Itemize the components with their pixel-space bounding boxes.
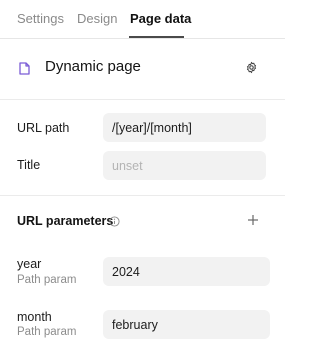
page-header: Dynamic page <box>0 39 285 100</box>
param-name: month <box>17 310 52 324</box>
plus-icon[interactable] <box>247 214 259 226</box>
tab-bar: Settings Design Page data <box>0 0 285 39</box>
tab-settings[interactable]: Settings <box>17 11 64 26</box>
month-param-input[interactable]: february <box>103 310 270 339</box>
param-name: year <box>17 257 42 271</box>
gear-icon[interactable] <box>245 61 258 74</box>
page-title: Dynamic page <box>45 58 141 75</box>
tab-page-data[interactable]: Page data <box>130 11 191 26</box>
info-icon[interactable] <box>109 216 120 227</box>
page-icon <box>19 62 30 75</box>
url-path-input[interactable]: /[year]/[month] <box>103 113 266 142</box>
year-param-input[interactable]: 2024 <box>103 257 270 286</box>
tab-design[interactable]: Design <box>77 11 117 26</box>
url-parameters-title: URL parameters <box>17 214 114 228</box>
title-label: Title <box>17 158 41 172</box>
param-type: Path param <box>17 274 77 286</box>
param-type: Path param <box>17 326 77 338</box>
url-path-label: URL path <box>17 121 70 135</box>
title-input[interactable]: unset <box>103 151 266 180</box>
active-tab-indicator <box>129 36 184 38</box>
section-divider <box>0 195 285 196</box>
